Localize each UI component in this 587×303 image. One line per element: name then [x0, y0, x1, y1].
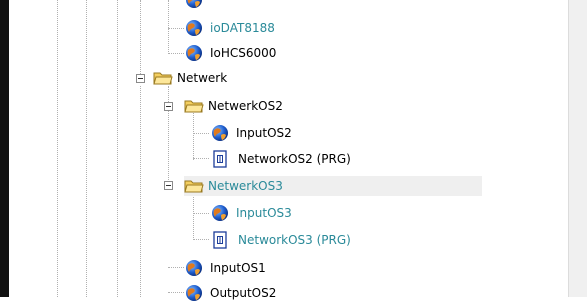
globe-icon [184, 43, 204, 63]
tree-guide-line [193, 110, 194, 160]
globe-icon [210, 203, 230, 223]
tree-node-networkos2-prg[interactable]: NetworkOS2 (PRG) [212, 149, 351, 169]
tree-node-label: InputOS2 [236, 126, 292, 140]
scrollbar-area[interactable] [568, 0, 587, 297]
collapse-toggle[interactable] [136, 74, 145, 83]
tree-node-inputos2[interactable]: InputOS2 [210, 123, 292, 143]
window-border [0, 0, 9, 297]
tree-node-inputos1[interactable]: InputOS1 [184, 258, 266, 278]
folder-open-icon [184, 178, 204, 194]
tree-node-label: OutputOS2 [210, 286, 277, 300]
tree-node-label: NetworkOS2 (PRG) [238, 152, 351, 166]
tree-node-iohcs6000[interactable]: IoHCS6000 [184, 43, 276, 63]
globe-icon [184, 283, 204, 303]
tree-guide-line [193, 158, 209, 159]
tree-node-label: InputOS1 [210, 261, 266, 275]
tree-guide-line [193, 190, 194, 240]
tree-guide-line [168, 0, 169, 54]
tree-node-label: NetworkOS3 (PRG) [238, 233, 351, 247]
program-document-icon [212, 231, 228, 249]
tree-guide-line [140, 86, 141, 297]
tree-node-label: ioDAT8188 [210, 21, 275, 35]
tree-node-networkos3-prg[interactable]: NetworkOS3 (PRG) [212, 230, 351, 250]
tree-node-label: InputOS3 [236, 206, 292, 220]
collapse-toggle[interactable] [164, 181, 173, 190]
tree-guide-line [140, 0, 141, 78]
tree-guide-line [168, 292, 184, 293]
tree-node-label: NetwerkOS2 [208, 99, 283, 113]
folder-open-icon [184, 98, 204, 114]
tree-guide-line [168, 28, 184, 29]
tree-node-iodat8188[interactable]: ioDAT8188 [184, 18, 275, 38]
tree-node-netwerkos3[interactable]: NetwerkOS3 [184, 176, 482, 196]
tree-guide-line [168, 86, 169, 184]
tree-node-label: IoHCS6000 [210, 46, 277, 60]
program-document-icon [212, 150, 228, 168]
tree-node-outputos2[interactable]: OutputOS2 [184, 283, 276, 303]
tree-node-inputos3[interactable]: InputOS3 [210, 203, 292, 223]
tree-node-label: NetwerkOS3 [208, 179, 283, 193]
globe-icon [184, 18, 204, 38]
tree-guide-line [193, 239, 209, 240]
globe-icon [184, 0, 204, 10]
folder-open-icon [153, 70, 173, 86]
globe-icon [184, 258, 204, 278]
tree-node-netwerk[interactable]: Netwerk [153, 68, 227, 88]
collapse-toggle[interactable] [164, 102, 173, 111]
tree-guide-line [168, 53, 184, 54]
tree-guide-line [57, 0, 58, 297]
tree-node-netwerkos2[interactable]: NetwerkOS2 [184, 96, 283, 116]
tree-guide-line [86, 0, 87, 297]
tree-node-label: Netwerk [177, 71, 228, 85]
globe-icon [210, 123, 230, 143]
tree-guide-line [117, 0, 118, 297]
tree-guide-line [168, 267, 184, 268]
tree-guide-line [193, 213, 209, 214]
tree-guide-line [193, 133, 209, 134]
